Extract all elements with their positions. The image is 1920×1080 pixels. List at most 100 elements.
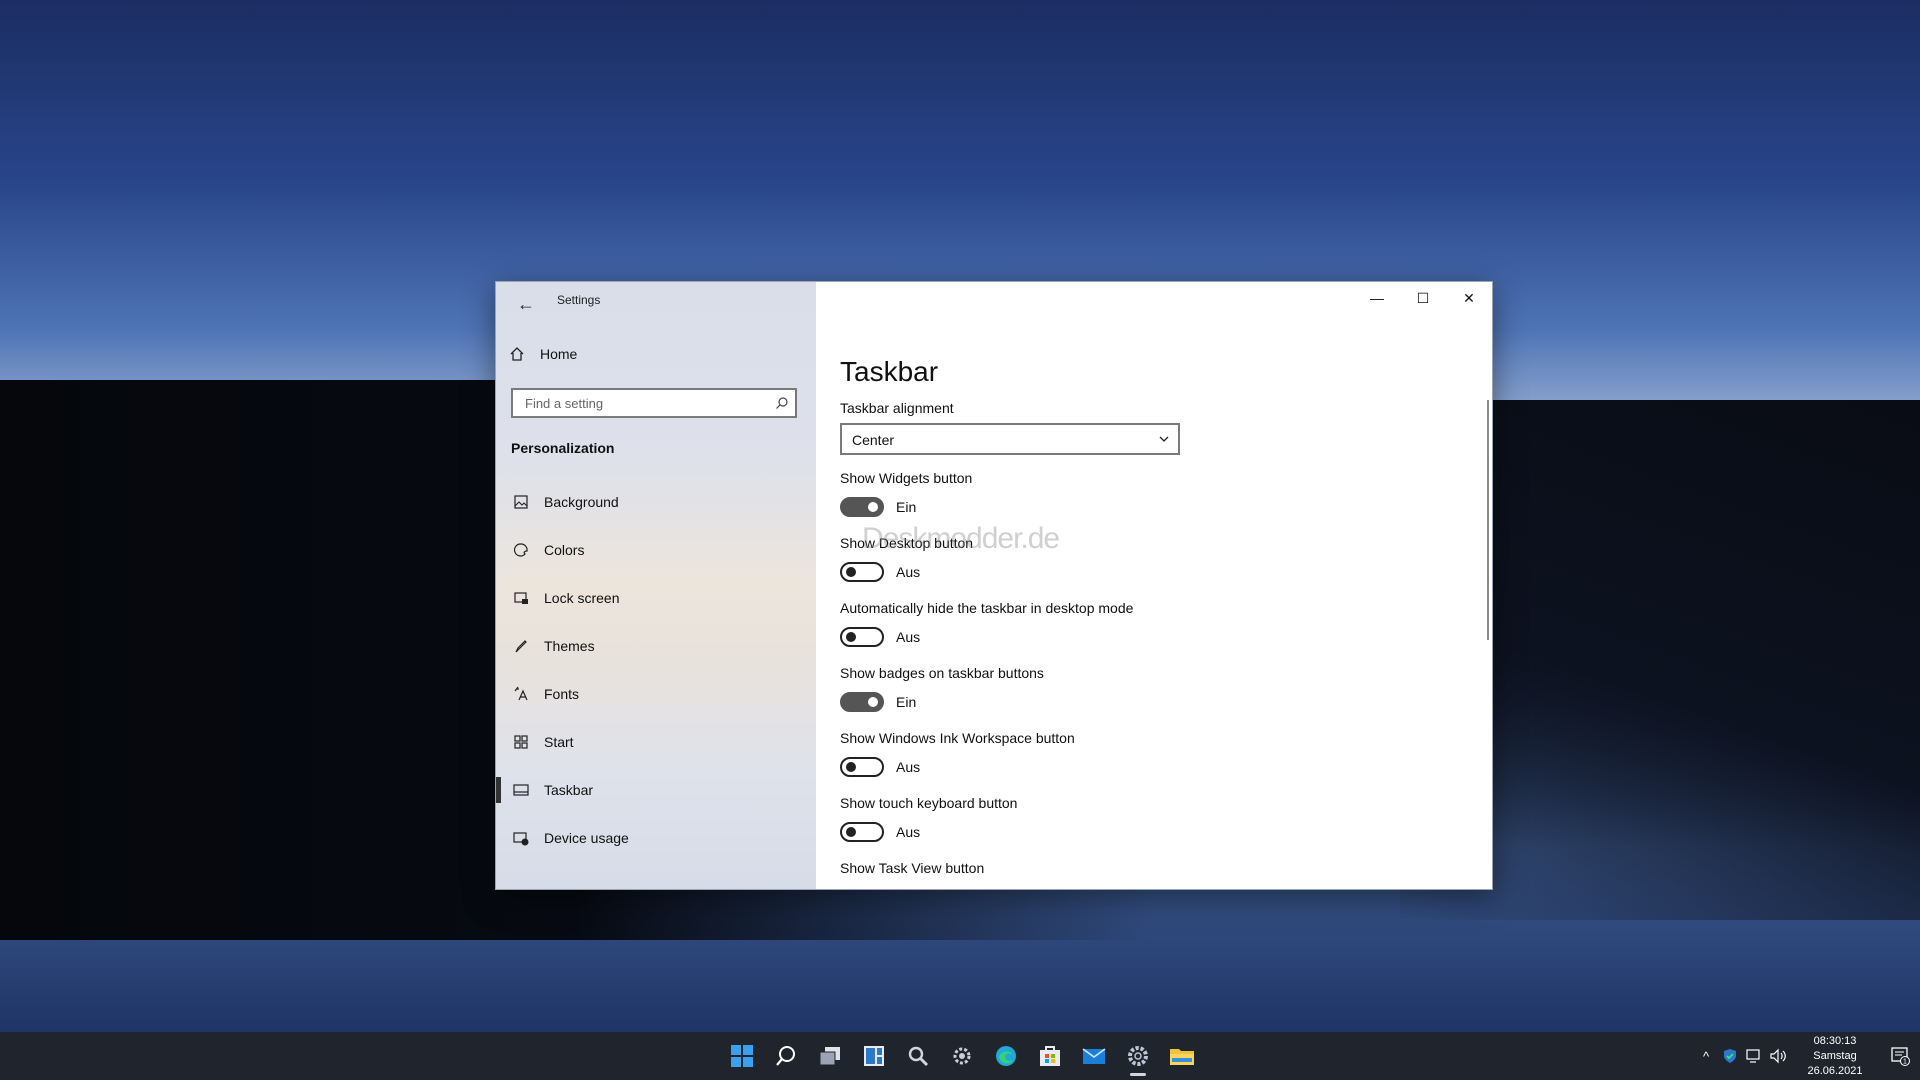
home-label: Home (540, 346, 578, 362)
colors-icon (512, 541, 530, 559)
network-tray-button[interactable] (1742, 1032, 1766, 1080)
auto-hide-toggle[interactable] (840, 627, 884, 647)
toggle-knob (846, 762, 856, 772)
toggle-state-label: Aus (896, 629, 921, 645)
sidebar-item-label: Lock screen (544, 590, 620, 606)
taskbar-alignment-dropdown[interactable]: Center (840, 423, 1180, 455)
back-arrow-icon: ← (517, 293, 535, 314)
auto-hide-setting-label: Automatically hide the taskbar in deskto… (840, 600, 1134, 616)
sidebar-item-label: Device usage (544, 830, 629, 846)
task-view-button[interactable] (808, 1032, 852, 1080)
mail-icon (1082, 1048, 1106, 1064)
desktop-button-toggle-row: Aus (840, 561, 920, 583)
sidebar-item-lock-screen[interactable]: Lock screen (496, 574, 816, 622)
settings-main-pane: — ☐ ✕ Taskbar Taskbar alignment Center S… (816, 282, 1492, 889)
defender-tray-button[interactable] (1718, 1032, 1742, 1080)
close-icon: ✕ (1463, 289, 1475, 306)
network-icon (1746, 1049, 1760, 1063)
sidebar-item-background[interactable]: Background (496, 478, 816, 526)
badges-toggle[interactable] (840, 692, 884, 712)
toggle-state-label: Aus (896, 824, 921, 840)
section-title: Personalization (511, 440, 615, 456)
toggle-state-label: Ein (896, 499, 917, 515)
ink-workspace-toggle-row: Aus (840, 756, 920, 778)
background-icon (512, 493, 530, 511)
back-button[interactable]: ← (508, 288, 544, 320)
settings-app-button[interactable] (1116, 1032, 1160, 1080)
sidebar-item-taskbar[interactable]: Taskbar (496, 766, 816, 814)
sidebar-item-themes[interactable]: Themes (496, 622, 816, 670)
themes-icon (512, 637, 530, 655)
taskbar-search-button[interactable] (764, 1032, 808, 1080)
taskbar: ^ 08:30:13 Samstag 26.06.2021 1 (0, 1032, 1920, 1080)
chevron-down-icon (1159, 436, 1169, 442)
sidebar-item-label: Taskbar (544, 782, 594, 798)
chevron-up-icon: ^ (1702, 1048, 1710, 1064)
mail-button[interactable] (1072, 1032, 1116, 1080)
taskbar-clock[interactable]: 08:30:13 Samstag 26.06.2021 (1800, 1034, 1870, 1079)
dropdown-value: Center (852, 432, 895, 448)
start-icon (731, 1045, 753, 1067)
lock-screen-icon (512, 589, 530, 607)
personalization-nav: Background Colors Lock screen Themes Fon… (496, 478, 816, 862)
clock-time: 08:30:13 (1813, 1034, 1857, 1047)
sidebar-item-label: Colors (544, 542, 585, 558)
minimize-button[interactable]: — (1354, 282, 1400, 314)
toggle-knob (846, 567, 856, 577)
fonts-icon (512, 685, 530, 703)
badges-setting-label: Show badges on taskbar buttons (840, 665, 1044, 681)
sidebar-item-colors[interactable]: Colors (496, 526, 816, 574)
store-button[interactable] (1028, 1032, 1072, 1080)
touch-keyboard-setting-label: Show touch keyboard button (840, 795, 1018, 811)
touch-keyboard-toggle[interactable] (840, 822, 884, 842)
close-button[interactable]: ✕ (1446, 282, 1492, 314)
tray-overflow-button[interactable]: ^ (1694, 1032, 1718, 1080)
vertical-scrollbar[interactable] (1487, 400, 1489, 640)
sidebar-item-device-usage[interactable]: Device usage (496, 814, 816, 862)
auto-hide-toggle-row: Aus (840, 626, 920, 648)
volume-icon (1770, 1048, 1786, 1064)
widgets-toggle-row: Ein (840, 496, 916, 518)
home-nav-item[interactable]: Home (508, 340, 577, 368)
notification-center-button[interactable]: 1 (1880, 1032, 1920, 1080)
widgets-setting-label: Show Widgets button (840, 470, 973, 486)
ink-workspace-toggle[interactable] (840, 757, 884, 777)
taskbar-apps (720, 1032, 1204, 1080)
toggle-knob (846, 827, 856, 837)
start-button[interactable] (720, 1032, 764, 1080)
edge-icon (996, 1046, 1016, 1066)
taskbar-icon (512, 781, 530, 799)
maximize-button[interactable]: ☐ (1400, 282, 1446, 314)
settings-window: ← Settings Home Personalization Backgrou… (495, 281, 1493, 890)
watermark: Deskmodder.de (862, 522, 1060, 555)
toggle-state-label: Aus (896, 564, 921, 580)
widgets-button[interactable] (852, 1032, 896, 1080)
widgets-toggle[interactable] (840, 497, 884, 517)
search-box[interactable] (511, 388, 797, 418)
device-usage-icon (512, 829, 530, 847)
store-icon (1040, 1046, 1060, 1066)
clock-date: 26.06.2021 (1807, 1064, 1863, 1077)
clock-day: Samstag (1813, 1049, 1857, 1062)
notification-count: 1 (1903, 1059, 1907, 1066)
sidebar-item-start[interactable]: Start (496, 718, 816, 766)
maximize-icon: ☐ (1416, 289, 1430, 306)
sidebar-item-label: Start (544, 734, 574, 750)
sidebar-item-fonts[interactable]: Fonts (496, 670, 816, 718)
touch-keyboard-toggle-row: Aus (840, 821, 920, 843)
volume-tray-button[interactable] (1766, 1032, 1790, 1080)
task-view-setting-label: Show Task View button (840, 860, 985, 876)
window-title: Settings (557, 293, 601, 307)
ink-workspace-setting-label: Show Windows Ink Workspace button (840, 730, 1075, 746)
search-input[interactable] (523, 395, 767, 412)
file-explorer-button[interactable] (1160, 1032, 1204, 1080)
desktop-button-toggle[interactable] (840, 562, 884, 582)
sidebar-item-label: Fonts (544, 686, 580, 702)
edge-button[interactable] (984, 1032, 1028, 1080)
taskbar-alignment-label: Taskbar alignment (840, 400, 954, 416)
tools-app-button[interactable] (940, 1032, 984, 1080)
minimize-icon: — (1370, 290, 1384, 306)
magnifier-button[interactable] (896, 1032, 940, 1080)
toggle-knob (868, 697, 878, 707)
magnifier-icon (908, 1046, 929, 1067)
